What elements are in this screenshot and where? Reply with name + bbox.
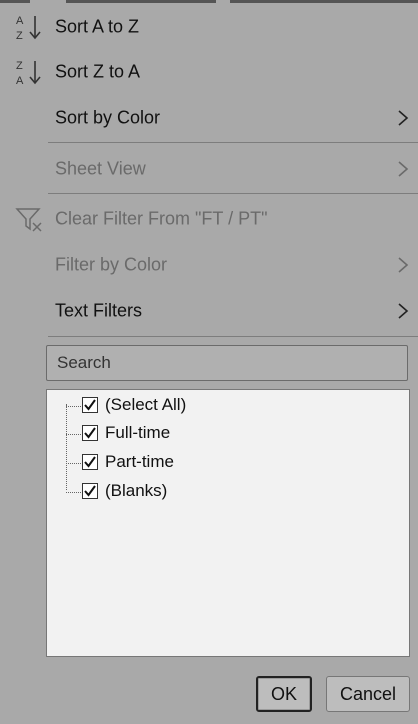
menu-item-sort-z-to-a[interactable]: Z A Sort Z to A <box>0 50 418 94</box>
chevron-right-icon <box>396 301 410 321</box>
list-item-label: (Blanks) <box>105 481 168 500</box>
search-input[interactable] <box>46 345 408 381</box>
clear-filter-icon <box>14 204 46 234</box>
list-item-full-time[interactable]: Full-time <box>47 421 409 447</box>
menu-item-sort-a-to-z[interactable]: A Z Sort A to Z <box>0 5 418 49</box>
list-item-label: Full-time <box>105 423 171 442</box>
menu-item-clear-filter: Clear Filter From "FT / PT" <box>0 197 418 241</box>
checkbox-checked-icon[interactable] <box>82 454 98 470</box>
filter-values-list[interactable]: (Select All) Full-time Part-time (Blanks… <box>46 389 410 657</box>
sheet-view-label: Sheet View <box>55 158 146 179</box>
svg-text:A: A <box>16 75 24 87</box>
sort-descending-icon: Z A <box>14 57 46 87</box>
ok-button[interactable]: OK <box>256 676 312 712</box>
sort-ascending-icon: A Z <box>14 12 46 42</box>
chevron-right-icon <box>396 108 410 128</box>
svg-text:Z: Z <box>16 30 23 42</box>
list-item-part-time[interactable]: Part-time <box>47 450 409 476</box>
checkbox-checked-icon[interactable] <box>82 483 98 499</box>
list-item-label: (Select All) <box>105 395 187 414</box>
checkbox-checked-icon[interactable] <box>82 425 98 441</box>
sort-by-color-label: Sort by Color <box>55 107 161 128</box>
list-item-select-all[interactable]: (Select All) <box>47 393 409 419</box>
checkbox-checked-icon[interactable] <box>82 397 98 413</box>
menu-item-sort-by-color[interactable]: Sort by Color <box>0 96 418 140</box>
menu-item-sheet-view: Sheet View <box>0 147 418 191</box>
chevron-right-icon <box>396 159 410 179</box>
window-top-edge <box>0 0 418 3</box>
chevron-right-icon <box>396 255 410 275</box>
menu-item-text-filters[interactable]: Text Filters <box>0 289 418 333</box>
list-item-blanks[interactable]: (Blanks) <box>47 479 409 505</box>
menu-divider <box>48 193 418 194</box>
menu-divider <box>48 336 418 337</box>
svg-text:A: A <box>16 15 24 27</box>
list-item-label: Part-time <box>105 452 174 471</box>
cancel-button[interactable]: Cancel <box>326 676 410 712</box>
filter-by-color-label: Filter by Color <box>55 254 168 275</box>
sort-z-to-a-label: Sort Z to A <box>55 61 141 82</box>
menu-divider <box>48 142 418 143</box>
svg-text:Z: Z <box>16 60 23 72</box>
text-filters-label: Text Filters <box>55 300 143 321</box>
clear-filter-label: Clear Filter From "FT / PT" <box>55 208 268 229</box>
sort-a-to-z-label: Sort A to Z <box>55 16 140 37</box>
menu-item-filter-by-color: Filter by Color <box>0 243 418 287</box>
